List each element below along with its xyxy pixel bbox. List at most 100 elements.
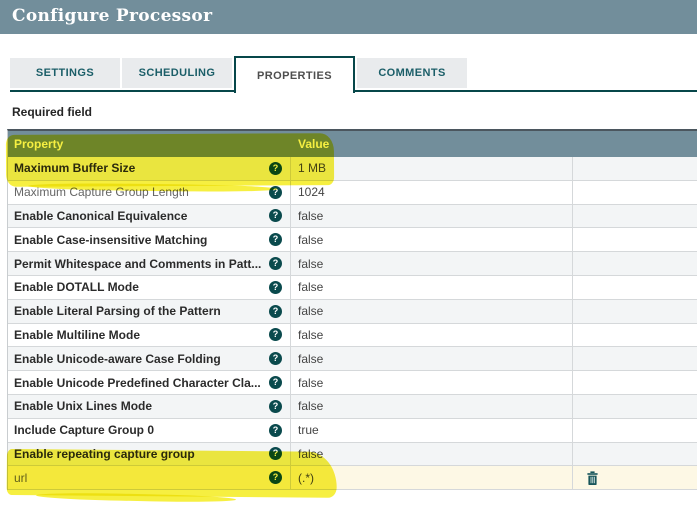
help-icon[interactable]: ? [269, 233, 282, 247]
property-cell: Enable Multiline Mode? [8, 323, 291, 347]
property-cell: Enable Unicode-aware Case Folding? [8, 347, 291, 371]
value-cell[interactable]: false [291, 204, 573, 228]
tab-comments[interactable]: COMMENTS [357, 58, 467, 88]
tab-properties[interactable]: PROPERTIES [234, 56, 355, 93]
property-name: Enable Unix Lines Mode [14, 399, 153, 414]
property-name: Enable DOTALL Mode [14, 280, 139, 295]
property-cell: Enable Case-insensitive Matching? [8, 228, 291, 252]
value-cell[interactable]: 1024 [291, 180, 573, 204]
property-name: Include Capture Group 0 [14, 423, 155, 438]
value-cell[interactable]: false [291, 275, 573, 299]
property-cell: Enable Literal Parsing of the Pattern? [8, 299, 291, 323]
property-value: 1 MB [298, 161, 327, 176]
property-value: false [298, 208, 324, 223]
table-row[interactable]: Enable Unicode Predefined Character Cla.… [8, 371, 697, 395]
highlight-marker-bottom-tail [35, 491, 237, 504]
help-icon[interactable]: ? [269, 376, 282, 390]
help-icon[interactable]: ? [269, 185, 282, 199]
value-cell[interactable]: false [291, 442, 573, 466]
property-cell: Enable Unix Lines Mode? [8, 394, 291, 418]
help-icon[interactable]: ? [269, 447, 282, 461]
table-row[interactable]: Maximum Capture Group Length? 1024 [8, 180, 697, 205]
property-value: false [298, 256, 324, 271]
property-value: (.*) [298, 470, 314, 485]
property-value: 1024 [298, 185, 325, 200]
property-name: Enable Multiline Mode [14, 327, 141, 342]
help-icon[interactable]: ? [269, 209, 282, 223]
table-row[interactable]: Maximum Buffer Size? 1 MB [8, 157, 697, 181]
table-row[interactable]: url? (.*) [8, 466, 697, 491]
help-icon[interactable]: ? [269, 328, 282, 342]
property-name: url [14, 470, 28, 485]
value-cell[interactable]: false [291, 371, 573, 394]
value-cell[interactable]: false [291, 347, 573, 371]
table-row[interactable]: Enable Case-insensitive Matching? false [8, 228, 697, 253]
property-name: Enable Literal Parsing of the Pattern [14, 304, 221, 319]
help-icon[interactable]: ? [269, 423, 282, 437]
column-header-value: Value [298, 137, 330, 151]
actions-cell [573, 252, 697, 275]
value-cell[interactable]: false [291, 323, 573, 347]
value-cell[interactable]: false [291, 394, 573, 418]
property-cell: Enable Canonical Equivalence? [8, 204, 291, 228]
property-name: Enable Canonical Equivalence [14, 208, 188, 223]
table-row[interactable]: Enable DOTALL Mode? false [8, 275, 697, 300]
table-row[interactable]: Enable Multiline Mode? false [8, 323, 697, 348]
table-row[interactable]: Enable Unicode-aware Case Folding? false [8, 347, 697, 372]
help-icon[interactable]: ? [269, 257, 282, 271]
value-cell[interactable]: false [291, 228, 573, 252]
property-value: false [298, 232, 324, 247]
table-header-row: Property Value [8, 131, 697, 157]
table-row[interactable]: Enable Unix Lines Mode? false [8, 394, 697, 419]
property-value: false [298, 399, 324, 414]
help-icon[interactable]: ? [269, 280, 282, 294]
property-name: Maximum Buffer Size [14, 161, 136, 176]
actions-cell [573, 300, 697, 323]
property-name: Enable repeating capture group [14, 446, 195, 461]
value-cell[interactable]: true [291, 418, 573, 442]
actions-cell [573, 205, 697, 228]
table-row[interactable]: Include Capture Group 0? true [8, 418, 697, 443]
property-value: true [298, 423, 319, 438]
value-cell[interactable]: false [291, 299, 573, 323]
value-cell[interactable]: 1 MB [291, 157, 573, 180]
actions-cell [573, 419, 697, 442]
property-name: Enable Unicode Predefined Character Cla.… [14, 375, 261, 390]
table-row[interactable]: Enable repeating capture group? false [8, 442, 697, 467]
properties-table: Property Value Maximum Buffer Size? 1 MB M… [7, 129, 697, 491]
property-cell: Enable DOTALL Mode? [8, 275, 291, 299]
actions-cell [573, 466, 697, 489]
property-cell: Enable repeating capture group? [8, 442, 291, 466]
tab-bar: SETTINGS SCHEDULING PROPERTIES COMMENTS [10, 56, 469, 93]
dialog-titlebar: Configure Processor [0, 0, 697, 34]
actions-cell [573, 157, 697, 180]
help-icon[interactable]: ? [269, 161, 282, 175]
actions-cell [573, 347, 697, 370]
required-field-note: Required field [12, 105, 93, 119]
help-icon[interactable]: ? [269, 399, 282, 413]
table-row[interactable]: Enable Canonical Equivalence? false [8, 204, 697, 229]
property-value: false [298, 304, 324, 319]
delete-property-button[interactable] [586, 471, 599, 485]
help-icon[interactable]: ? [269, 304, 282, 318]
property-cell: Include Capture Group 0? [8, 418, 291, 442]
property-name: Maximum Capture Group Length [14, 185, 189, 200]
property-value: false [298, 327, 324, 342]
tab-settings[interactable]: SETTINGS [10, 58, 120, 88]
tab-scheduling[interactable]: SCHEDULING [122, 58, 232, 88]
help-icon[interactable]: ? [269, 352, 282, 366]
property-value: false [298, 351, 324, 366]
help-icon[interactable]: ? [269, 471, 282, 485]
value-cell[interactable]: false [291, 252, 573, 275]
page-title: Configure Processor [12, 6, 213, 26]
property-value: false [298, 446, 324, 461]
property-cell: Permit Whitespace and Comments in Patt..… [8, 252, 291, 275]
property-cell: Enable Unicode Predefined Character Cla.… [8, 371, 291, 394]
column-header-property: Property [14, 137, 64, 151]
property-name: Enable Unicode-aware Case Folding [14, 351, 221, 366]
actions-cell [573, 395, 697, 418]
table-row[interactable]: Permit Whitespace and Comments in Patt..… [8, 252, 697, 276]
value-cell[interactable]: (.*) [291, 466, 573, 490]
property-name: Enable Case-insensitive Matching [14, 232, 208, 247]
table-row[interactable]: Enable Literal Parsing of the Pattern? fa… [8, 299, 697, 324]
